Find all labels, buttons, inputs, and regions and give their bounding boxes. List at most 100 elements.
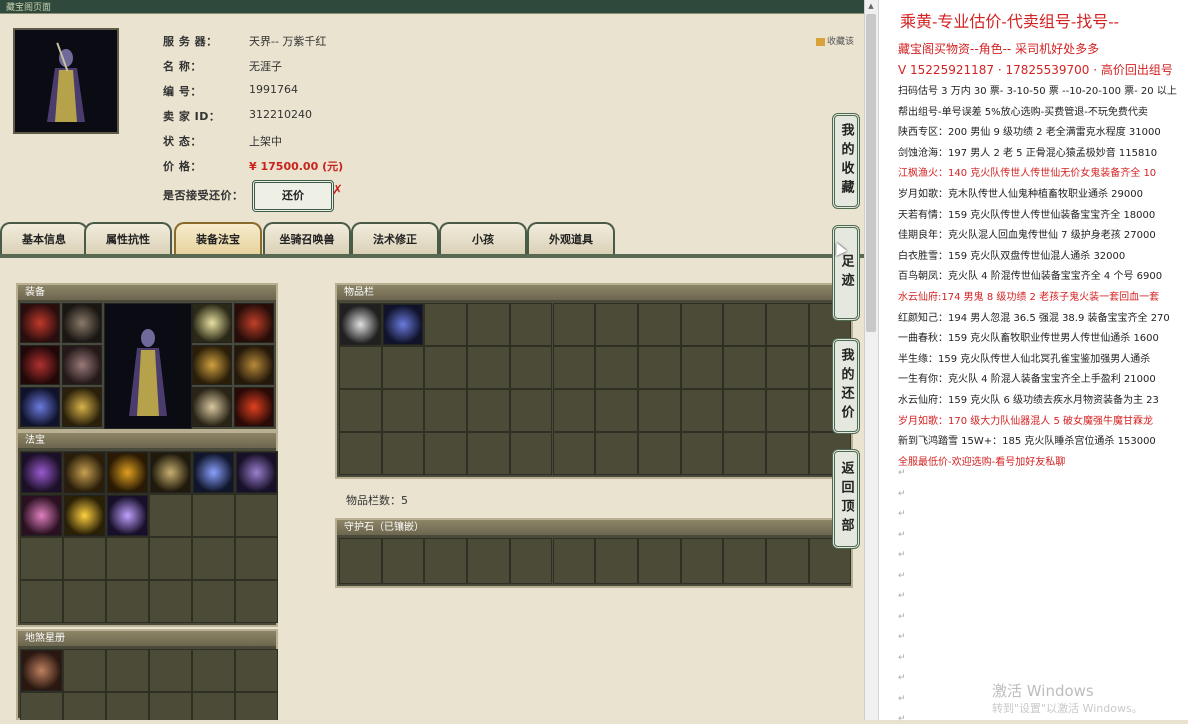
item-slot[interactable] [149,537,192,580]
item-icon[interactable] [21,495,62,536]
item-slot[interactable] [595,346,638,389]
counter-offer-button[interactable]: 还价 [252,180,334,212]
item-slot[interactable] [509,303,553,346]
item-slot[interactable] [63,537,106,580]
item-slot[interactable] [552,346,596,389]
item-slot[interactable] [552,538,596,584]
scrollbar-thumb[interactable] [866,14,876,332]
item-slot[interactable] [424,346,468,389]
equipment-item-icon[interactable] [20,303,60,343]
tab-equipment[interactable]: 装备法宝 [174,222,262,256]
item-slot[interactable] [467,346,510,389]
item-slot[interactable] [20,537,63,580]
item-slot[interactable] [637,346,681,389]
item-slot[interactable] [192,649,235,692]
item-slot[interactable] [552,432,596,475]
item-icon[interactable] [64,452,105,493]
item-slot[interactable] [424,303,468,346]
item-icon[interactable] [107,495,148,536]
item-slot[interactable] [235,580,278,623]
item-icon[interactable] [236,452,277,493]
item-slot[interactable] [467,538,510,584]
equipment-item-icon[interactable] [234,345,274,385]
item-slot[interactable] [20,580,63,623]
item-slot[interactable] [595,389,638,432]
item-icon[interactable] [64,495,105,536]
item-slot[interactable] [680,432,724,475]
item-slot[interactable] [192,692,235,720]
item-slot[interactable] [467,303,510,346]
item-slot[interactable] [235,692,278,720]
item-slot[interactable] [381,432,425,475]
item-icon[interactable] [21,650,62,691]
item-slot[interactable] [192,494,235,537]
item-slot[interactable] [595,538,638,584]
item-slot[interactable] [339,389,382,432]
item-slot[interactable] [595,303,638,346]
item-slot[interactable] [680,346,724,389]
item-slot[interactable] [637,389,681,432]
item-slot[interactable] [424,538,468,584]
my-counter-offers-button[interactable]: 我的还价 [832,338,860,434]
equipment-item-icon[interactable] [234,303,274,343]
item-slot[interactable] [149,692,192,720]
item-slot[interactable] [106,537,149,580]
tab-basic-info[interactable]: 基本信息 [0,222,88,256]
item-slot[interactable] [381,346,425,389]
item-slot[interactable] [680,303,724,346]
item-slot[interactable] [723,538,766,584]
favorite-link[interactable]: 收藏该 [816,34,854,47]
item-slot[interactable] [339,538,382,584]
item-slot[interactable] [235,494,278,537]
item-slot[interactable] [424,432,468,475]
item-slot[interactable] [766,389,809,432]
item-slot[interactable] [339,432,382,475]
item-icon[interactable] [382,304,424,345]
tab-mounts-summons[interactable]: 坐骑召唤兽 [263,222,351,256]
equipment-item-icon[interactable] [192,303,232,343]
item-slot[interactable] [766,346,809,389]
item-slot[interactable] [149,580,192,623]
item-slot[interactable] [552,303,596,346]
item-slot[interactable] [106,580,149,623]
my-favorites-button[interactable]: 我的收藏 [832,113,860,209]
item-slot[interactable] [509,538,553,584]
item-slot[interactable] [106,692,149,720]
item-slot[interactable] [467,389,510,432]
item-slot[interactable] [149,649,192,692]
tab-appearance[interactable]: 外观道具 [527,222,615,256]
item-slot[interactable] [381,538,425,584]
equipment-item-icon[interactable] [192,387,232,427]
item-icon[interactable] [107,452,148,493]
item-slot[interactable] [20,692,63,720]
item-slot[interactable] [63,580,106,623]
item-slot[interactable] [467,432,510,475]
footprint-button[interactable]: 足迹 [832,225,860,321]
item-slot[interactable] [637,303,681,346]
item-slot[interactable] [595,432,638,475]
item-slot[interactable] [235,649,278,692]
item-slot[interactable] [424,389,468,432]
item-slot[interactable] [63,649,106,692]
item-slot[interactable] [149,494,192,537]
scroll-up-icon[interactable]: ▲ [866,2,876,11]
item-slot[interactable] [509,389,553,432]
item-slot[interactable] [339,346,382,389]
equipment-item-icon[interactable] [62,303,102,343]
item-icon[interactable] [340,304,381,345]
equipment-item-icon[interactable] [20,387,60,427]
item-slot[interactable] [637,538,681,584]
item-slot[interactable] [766,432,809,475]
equipment-item-icon[interactable] [234,387,274,427]
tab-children[interactable]: 小孩 [439,222,527,256]
item-slot[interactable] [235,537,278,580]
item-slot[interactable] [680,389,724,432]
item-slot[interactable] [509,432,553,475]
item-slot[interactable] [637,432,681,475]
item-slot[interactable] [723,303,766,346]
item-slot[interactable] [766,303,809,346]
equipment-item-icon[interactable] [20,345,60,385]
item-slot[interactable] [766,538,809,584]
item-slot[interactable] [680,538,724,584]
tab-spell-mods[interactable]: 法术修正 [351,222,439,256]
